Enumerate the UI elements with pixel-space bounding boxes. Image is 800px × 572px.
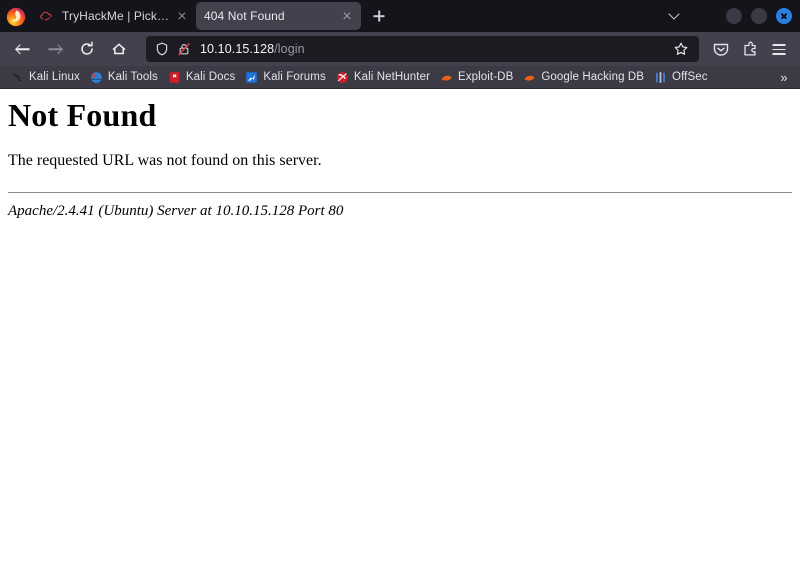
maximize-button[interactable]	[751, 8, 767, 24]
forward-button[interactable]	[40, 35, 70, 63]
window-controls	[661, 0, 800, 32]
bookmarks-overflow-chevron-icon[interactable]: »	[774, 68, 794, 87]
bookmark-star-icon[interactable]	[671, 39, 691, 59]
bookmark-google-hacking-db[interactable]: Google Hacking DB	[518, 68, 649, 87]
insecure-connection-lock-icon[interactable]	[176, 41, 192, 57]
bookmark-label: Google Hacking DB	[541, 71, 645, 83]
bookmark-label: Kali NetHunter	[353, 71, 431, 83]
page-title: Not Found	[8, 97, 157, 133]
close-tab-icon[interactable]	[174, 8, 190, 24]
bookmark-label: Kali Tools	[107, 71, 158, 83]
tab-title: 404 Not Found	[204, 9, 285, 23]
server-signature: Apache/2.4.41 (Ubuntu) Server at 10.10.1…	[8, 203, 344, 219]
tab-tryhackme-pickle-rick[interactable]: TryHackMe | Pickle Rick	[31, 2, 196, 30]
url-path: /login	[274, 42, 305, 56]
back-button[interactable]	[8, 35, 38, 63]
bookmark-kali-forums[interactable]: Kali Forums	[240, 68, 330, 87]
page-message: The requested URL was not found on this …	[8, 152, 322, 169]
tryhackme-cloud-icon	[39, 8, 55, 24]
kali-nethunter-icon	[336, 71, 349, 84]
tab-title: TryHackMe | Pickle Rick	[62, 9, 170, 23]
home-icon	[112, 43, 126, 55]
bookmark-label: OffSec	[672, 71, 708, 83]
reload-icon	[81, 41, 93, 55]
application-menu-icon[interactable]	[766, 36, 792, 62]
bookmark-label: Kali Linux	[29, 71, 80, 83]
home-button[interactable]	[104, 35, 134, 63]
minimize-button[interactable]	[726, 8, 742, 24]
close-window-button[interactable]	[776, 8, 792, 24]
offsec-icon	[654, 71, 667, 84]
new-tab-button[interactable]	[365, 2, 393, 30]
browser-window: TryHackMe | Pickle Rick 404 Not Found	[0, 0, 800, 572]
kali-docs-icon	[168, 71, 181, 84]
kali-forums-icon	[245, 71, 258, 84]
url-text[interactable]: 10.10.15.128/login	[198, 42, 667, 56]
ghdb-icon	[523, 71, 536, 84]
bookmark-label: Kali Docs	[185, 71, 236, 83]
navigation-toolbar: 10.10.15.128/login	[0, 32, 800, 66]
list-all-tabs-chevron-down-icon[interactable]	[661, 3, 687, 29]
url-host: 10.10.15.128	[200, 42, 275, 56]
kali-dragon-icon	[11, 71, 24, 84]
divider	[8, 192, 792, 193]
bookmark-kali-linux[interactable]: Kali Linux	[6, 68, 85, 87]
bookmark-kali-tools[interactable]: Kali Tools	[85, 68, 163, 87]
address-bar[interactable]: 10.10.15.128/login	[146, 36, 699, 62]
page-content: Not Found The requested URL was not foun…	[0, 89, 800, 572]
bookmarks-toolbar: Kali Linux Kali Tools Kali Docs Kali For…	[0, 66, 800, 89]
kali-tools-icon	[90, 71, 103, 84]
tab-strip: TryHackMe | Pickle Rick 404 Not Found	[0, 0, 800, 32]
bookmark-label: Exploit-DB	[458, 71, 514, 83]
bookmark-offsec[interactable]: OffSec	[649, 68, 713, 87]
exploit-db-icon	[440, 71, 453, 84]
bookmark-label: Kali Forums	[263, 71, 326, 83]
firefox-logo-icon	[5, 6, 27, 28]
tracking-protection-shield-icon[interactable]	[154, 41, 170, 57]
back-arrow-icon	[16, 48, 30, 50]
forward-arrow-icon	[48, 48, 62, 50]
tabs-area: TryHackMe | Pickle Rick 404 Not Found	[31, 0, 661, 32]
close-tab-icon[interactable]	[339, 8, 355, 24]
bookmark-kali-docs[interactable]: Kali Docs	[163, 68, 240, 87]
toolbar-actions	[705, 36, 792, 62]
tab-404-not-found[interactable]: 404 Not Found	[196, 2, 361, 30]
bookmark-kali-nethunter[interactable]: Kali NetHunter	[331, 68, 435, 87]
extensions-icon[interactable]	[737, 36, 763, 62]
bookmark-exploit-db[interactable]: Exploit-DB	[435, 68, 518, 87]
reload-button[interactable]	[72, 35, 102, 63]
pocket-icon[interactable]	[708, 36, 734, 62]
